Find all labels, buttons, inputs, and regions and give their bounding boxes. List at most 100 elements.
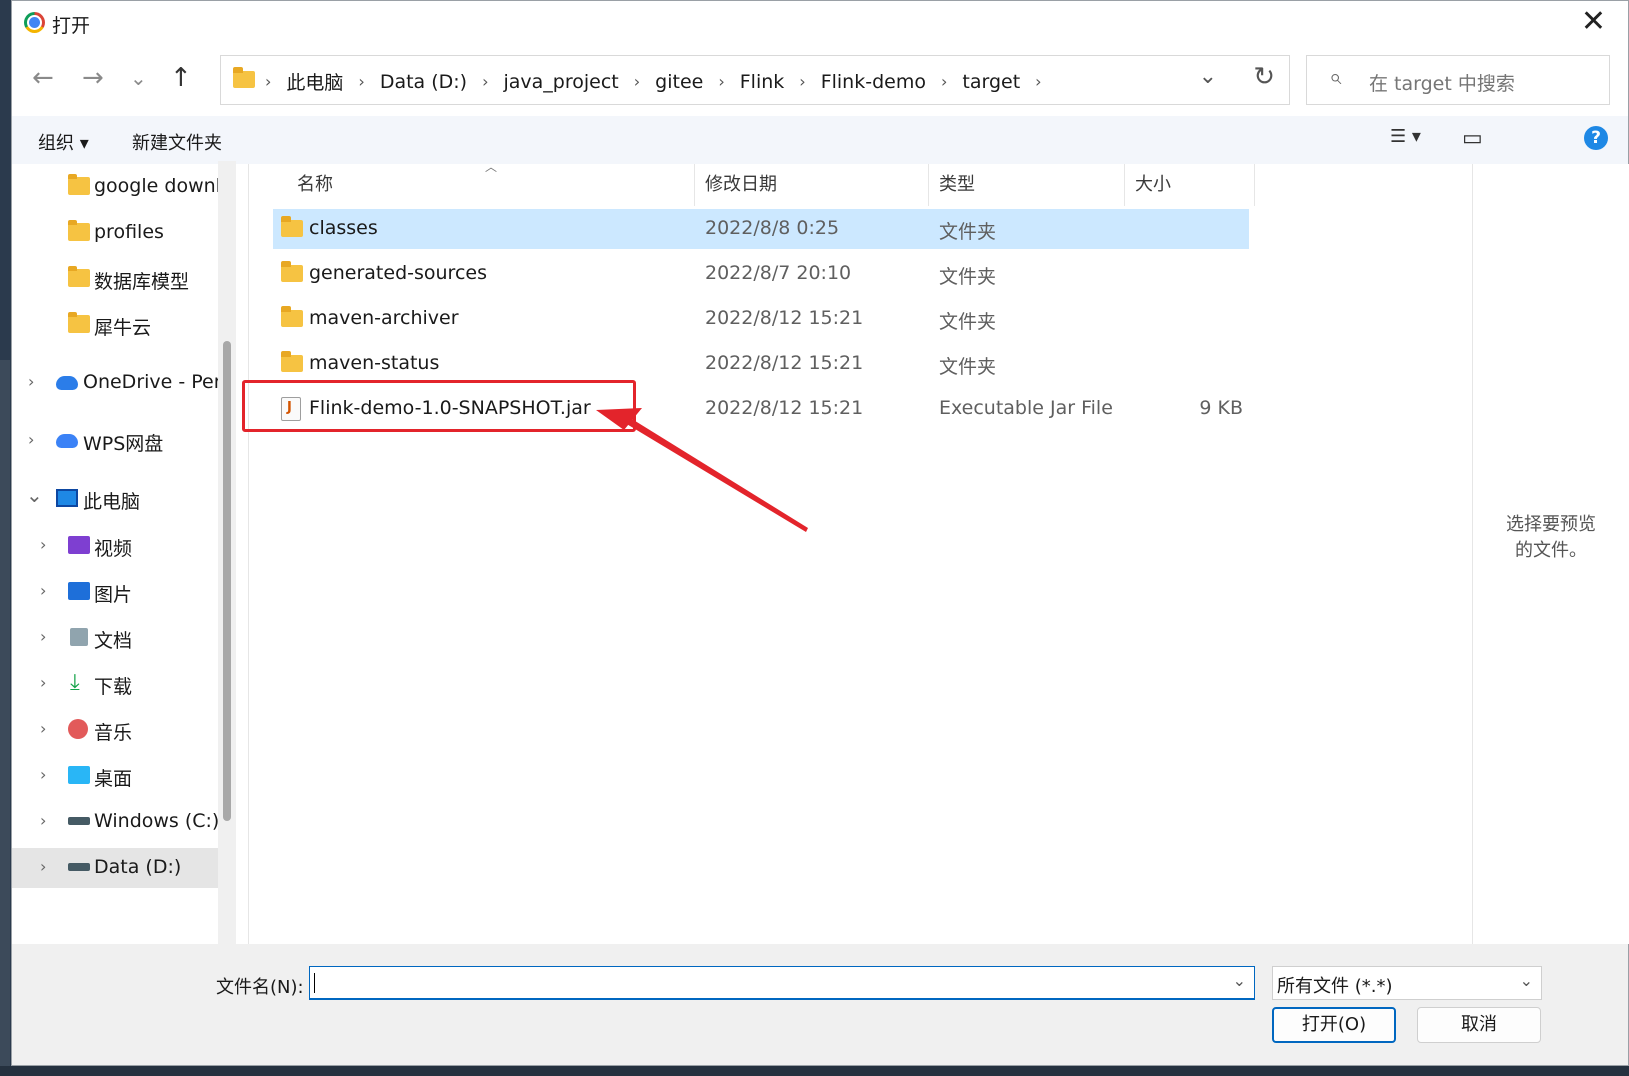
folder-icon xyxy=(281,261,303,282)
search-input[interactable]: ⌕ 在 target 中搜索 xyxy=(1306,55,1610,105)
file-row-maven-status[interactable]: maven-status 2022/8/12 15:21 文件夹 xyxy=(273,344,1249,384)
file-row-maven-archiver[interactable]: maven-archiver 2022/8/12 15:21 文件夹 xyxy=(273,299,1249,339)
sidebar-item-database-models[interactable]: 数据库模型 xyxy=(12,259,222,299)
sidebar-item-profiles[interactable]: profiles xyxy=(12,213,222,253)
breadcrumb-separator: › xyxy=(799,72,806,91)
breadcrumb-separator[interactable]: › xyxy=(1035,72,1041,91)
preview-pane-icon[interactable]: ▭ xyxy=(1462,126,1483,151)
sidebar-item-onedrive[interactable]: › OneDrive - Pers xyxy=(12,363,222,403)
breadcrumb-separator: › xyxy=(940,72,948,91)
sidebar-item-wps-cloud[interactable]: › WPS网盘 xyxy=(12,421,222,461)
breadcrumb-item[interactable]: Data (D:) xyxy=(378,71,469,93)
expand-chevron-icon[interactable]: › xyxy=(40,811,46,830)
sidebar-item-label: 数据库模型 xyxy=(94,271,190,293)
navigation-pane: google downlo profiles 数据库模型 犀牛云 › OneDr… xyxy=(12,164,236,944)
search-placeholder: 在 target 中搜索 xyxy=(1369,73,1515,95)
column-header-size[interactable]: 大小 xyxy=(1125,164,1255,206)
file-type: 文件夹 xyxy=(939,221,997,243)
help-icon[interactable]: ? xyxy=(1584,126,1608,150)
preview-text-line: 选择要预览 xyxy=(1506,514,1596,535)
sidebar-item-google-downloads[interactable]: google downlo xyxy=(12,167,222,207)
expand-chevron-icon[interactable]: › xyxy=(40,627,46,646)
sidebar-scrollbar[interactable] xyxy=(218,161,236,947)
sidebar-item-label: 桌面 xyxy=(94,768,133,790)
video-icon xyxy=(68,536,90,554)
column-header-modified[interactable]: 修改日期 xyxy=(695,164,929,206)
sidebar-item-label: 下载 xyxy=(94,676,133,698)
file-modified: 2022/8/12 15:21 xyxy=(705,307,864,329)
collapse-chevron-icon[interactable]: ⌄ xyxy=(26,483,43,507)
pictures-icon xyxy=(68,582,90,600)
column-header-type[interactable]: 类型 xyxy=(929,164,1125,206)
expand-chevron-icon[interactable]: › xyxy=(40,673,46,692)
back-arrow-icon[interactable]: ← xyxy=(32,63,54,93)
new-folder-button[interactable]: 新建文件夹 xyxy=(132,129,222,155)
breadcrumb-item[interactable]: Flink xyxy=(738,71,787,93)
file-modified: 2022/8/12 15:21 xyxy=(705,352,864,374)
wps-cloud-icon xyxy=(56,434,78,448)
breadcrumb-item[interactable]: Flink-demo xyxy=(819,71,928,93)
download-icon: ⤓ xyxy=(70,670,80,695)
drive-icon xyxy=(68,817,90,825)
sidebar-item-data-d[interactable]: › Data (D:) xyxy=(12,848,222,888)
expand-chevron-icon[interactable]: › xyxy=(40,765,46,784)
file-row-generated-sources[interactable]: generated-sources 2022/8/7 20:10 文件夹 xyxy=(273,254,1249,294)
close-button[interactable]: ✕ xyxy=(1581,7,1606,37)
search-icon: ⌕ xyxy=(1329,65,1342,90)
file-size: 9 KB xyxy=(1199,397,1243,419)
breadcrumb-separator: › xyxy=(358,72,365,91)
desktop-icon xyxy=(68,766,90,784)
expand-chevron-icon[interactable]: › xyxy=(28,430,34,449)
sidebar-item-pictures[interactable]: › 图片 xyxy=(12,572,222,612)
file-modified: 2022/8/12 15:21 xyxy=(705,397,864,419)
sidebar-item-downloads[interactable]: › ⤓ 下载 xyxy=(12,664,222,704)
annotation-highlight-box xyxy=(242,380,636,432)
folder-icon xyxy=(68,312,90,333)
cancel-button[interactable]: 取消 xyxy=(1417,1007,1541,1043)
sidebar-item-documents[interactable]: › 文档 xyxy=(12,618,222,658)
file-name: maven-archiver xyxy=(309,307,459,329)
sidebar-item-windows-c[interactable]: › Windows (C:) xyxy=(12,802,222,842)
recent-locations-icon[interactable]: ⌄ xyxy=(130,63,147,93)
breadcrumb-separator: › xyxy=(482,72,489,91)
expand-chevron-icon[interactable]: › xyxy=(40,581,46,600)
forward-arrow-icon[interactable]: → xyxy=(82,63,104,93)
sidebar-item-label: 犀牛云 xyxy=(94,317,152,339)
sidebar-item-xiniuyun[interactable]: 犀牛云 xyxy=(12,305,222,345)
file-type-select[interactable]: 所有文件 (*.*) ⌄ xyxy=(1272,966,1542,1000)
sidebar-item-label: profiles xyxy=(94,221,164,243)
breadcrumb-item[interactable]: java_project xyxy=(502,71,621,93)
view-options-icon[interactable]: ☰ ▾ xyxy=(1390,126,1421,147)
file-type: Executable Jar File xyxy=(939,397,1113,419)
expand-chevron-icon[interactable]: › xyxy=(28,372,34,391)
open-button[interactable]: 打开(O) xyxy=(1272,1007,1396,1043)
refresh-icon[interactable]: ↻ xyxy=(1253,62,1275,92)
column-header-name[interactable]: 名称 xyxy=(273,164,695,206)
file-modified: 2022/8/8 0:25 xyxy=(705,217,840,239)
chevron-down-icon[interactable]: ⌄ xyxy=(1520,971,1533,990)
sidebar-item-label: Windows (C:) xyxy=(94,810,220,832)
address-bar[interactable]: › 此电脑 › Data (D:) › java_project › gitee… xyxy=(220,55,1290,105)
breadcrumb-item[interactable]: 此电脑 xyxy=(284,68,345,95)
file-row-classes[interactable]: classes 2022/8/8 0:25 文件夹 xyxy=(273,209,1249,249)
expand-chevron-icon[interactable]: › xyxy=(40,719,46,738)
breadcrumb-item[interactable]: gitee xyxy=(653,71,705,93)
preview-text-line: 的文件。 xyxy=(1515,540,1587,561)
scrollbar-thumb[interactable] xyxy=(223,341,231,821)
sidebar-item-label: 此电脑 xyxy=(83,491,141,513)
breadcrumb-item[interactable]: target xyxy=(960,71,1022,93)
background-window-edge xyxy=(0,360,10,1076)
sidebar-item-music[interactable]: › 音乐 xyxy=(12,710,222,750)
filename-input[interactable]: ⌄ xyxy=(309,966,1255,1000)
sidebar-item-videos[interactable]: › 视频 xyxy=(12,526,222,566)
chevron-down-icon[interactable]: ⌄ xyxy=(1199,64,1217,89)
sidebar-item-this-pc[interactable]: ⌄ 此电脑 xyxy=(12,479,222,519)
onedrive-cloud-icon xyxy=(56,376,78,390)
sidebar-item-desktop[interactable]: › 桌面 xyxy=(12,756,222,796)
organize-menu-button[interactable]: 组织 ▾ xyxy=(38,129,89,155)
expand-chevron-icon[interactable]: › xyxy=(40,535,46,554)
expand-chevron-icon[interactable]: › xyxy=(40,857,46,876)
up-arrow-icon[interactable]: ↑ xyxy=(170,63,192,93)
chevron-down-icon[interactable]: ⌄ xyxy=(1233,971,1246,990)
file-list: ︿ 名称 修改日期 类型 大小 classes 2022/8/8 0:25 文件… xyxy=(248,160,1473,944)
